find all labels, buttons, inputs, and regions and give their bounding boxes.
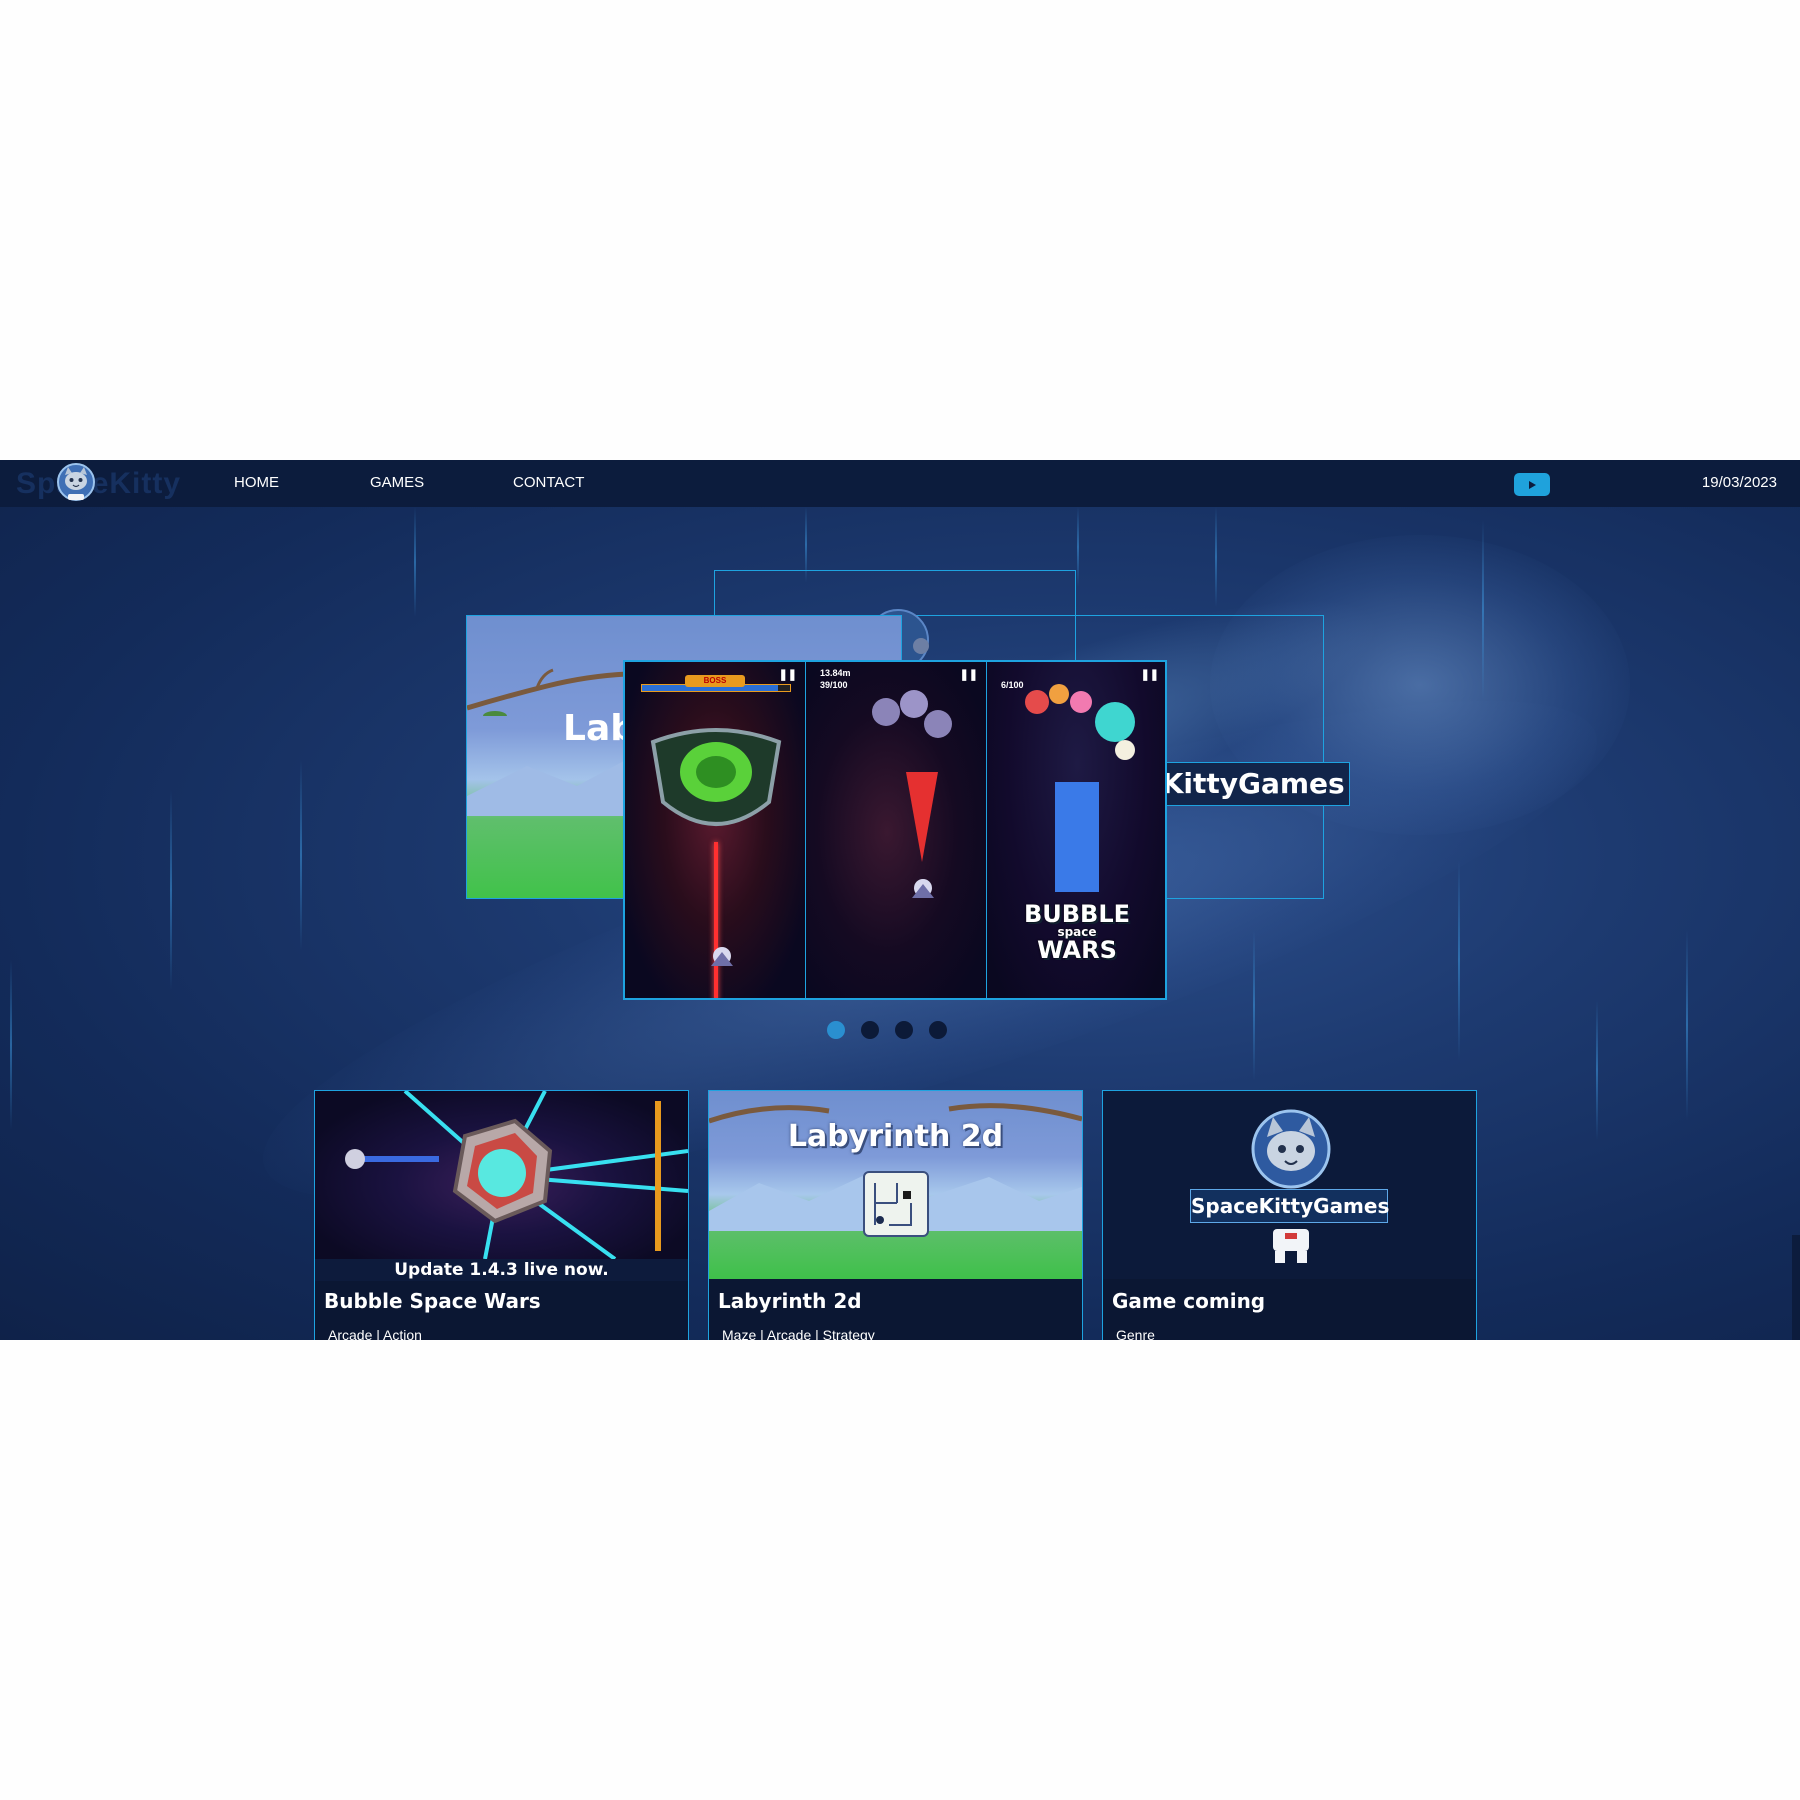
spaceship-icon xyxy=(711,947,733,966)
carousel-dot-2[interactable] xyxy=(861,1021,879,1039)
hud-count: 39/100 xyxy=(820,680,848,690)
kitty-astronaut-icon xyxy=(57,463,95,501)
hexagon-cluster-icon xyxy=(872,690,952,738)
bubble-cluster-icon xyxy=(1025,684,1135,760)
rain-streak xyxy=(1458,860,1460,1060)
maze-icon xyxy=(863,1171,929,1237)
labyrinth-logo: Labyrinth 2d xyxy=(787,1119,1004,1154)
nav-link-home[interactable]: HOME xyxy=(234,474,279,491)
game-thumbnail: Labyrinth 2d xyxy=(709,1091,1082,1279)
pause-icon: ❚❚ xyxy=(778,669,797,681)
laser-beam xyxy=(714,842,718,998)
carousel-dot-3[interactable] xyxy=(895,1021,913,1039)
red-bullet-stream xyxy=(906,772,938,862)
play-icon xyxy=(1529,480,1536,489)
rain-streak xyxy=(1253,930,1255,1080)
boss-fight-illustration xyxy=(345,1091,688,1259)
rain-streak xyxy=(1077,507,1079,587)
game-card-coming-soon[interactable]: SpaceKittyGames Game coming Genre xyxy=(1102,1090,1477,1340)
carousel-slide-active[interactable]: BOSS ❚❚ 13.84m 39/100 ❚❚ 6/100 ❚❚ BUBBLE… xyxy=(623,660,1167,1000)
game-thumbnail: SpaceKittyGames xyxy=(1103,1091,1476,1279)
nav-link-contact[interactable]: CONTACT xyxy=(513,474,584,491)
carousel-indicators xyxy=(827,1021,947,1039)
card-genre: Maze | Arcade | Strategy xyxy=(722,1327,875,1340)
rain-streak xyxy=(1215,507,1217,607)
card-genre: Arcade | Action xyxy=(328,1327,422,1340)
spacekitty-brand-label: SpaceKittyGames xyxy=(1190,1189,1389,1223)
rain-streak xyxy=(10,960,12,1130)
site-logo[interactable]: SpaceKitty xyxy=(16,464,181,504)
card-title: Game coming xyxy=(1112,1289,1266,1313)
card-title: Labyrinth 2d xyxy=(718,1289,862,1313)
current-date: 19/03/2023 xyxy=(1701,474,1777,491)
scrollbar-thumb[interactable] xyxy=(1792,1235,1800,1340)
card-title: Bubble Space Wars xyxy=(324,1289,541,1313)
blue-bullet-stream xyxy=(1055,782,1099,892)
rain-streak xyxy=(414,507,416,617)
carousel-dot-4[interactable] xyxy=(929,1021,947,1039)
hud-distance: 13.84m xyxy=(820,668,851,678)
game-screenshot: 6/100 ❚❚ BUBBLE space WARS xyxy=(987,662,1165,998)
boss-shield-icon xyxy=(650,728,782,826)
top-navigation-bar: SpaceKitty HOME GAMES CONTACT 19/03/2023 xyxy=(0,460,1800,507)
rain-streak xyxy=(1482,520,1484,700)
game-thumbnail xyxy=(315,1091,688,1259)
pause-icon: ❚❚ xyxy=(959,669,978,681)
carousel-dot-1[interactable] xyxy=(827,1021,845,1039)
game-card-bubble-space-wars[interactable]: Update 1.4.3 live now. Bubble Space Wars… xyxy=(314,1090,689,1340)
rain-streak xyxy=(1596,1000,1598,1140)
slide-brand-label: SpaceKittyGames xyxy=(1152,762,1350,806)
game-screenshot: 13.84m 39/100 ❚❚ xyxy=(806,662,986,998)
boss-tag: BOSS xyxy=(685,675,745,687)
game-screenshot: BOSS ❚❚ xyxy=(625,662,805,998)
bubble-space-wars-logo: BUBBLE space WARS xyxy=(1023,900,1131,964)
rain-streak xyxy=(1686,930,1688,1120)
youtube-button[interactable] xyxy=(1514,473,1550,496)
rain-streak xyxy=(300,760,302,950)
website-viewport: SpaceKitty HOME GAMES CONTACT 19/03/2023 xyxy=(0,460,1800,1340)
game-card-labyrinth-2d[interactable]: Labyrinth 2d Labyrinth 2d Maze | Arcade … xyxy=(708,1090,1083,1340)
card-genre: Genre xyxy=(1116,1327,1155,1340)
update-banner: Update 1.4.3 live now. xyxy=(315,1259,688,1281)
spaceship-icon xyxy=(912,879,934,898)
nav-link-games[interactable]: GAMES xyxy=(370,474,424,491)
rain-streak xyxy=(170,790,172,990)
logo-text: SpaceKitty xyxy=(16,467,182,500)
